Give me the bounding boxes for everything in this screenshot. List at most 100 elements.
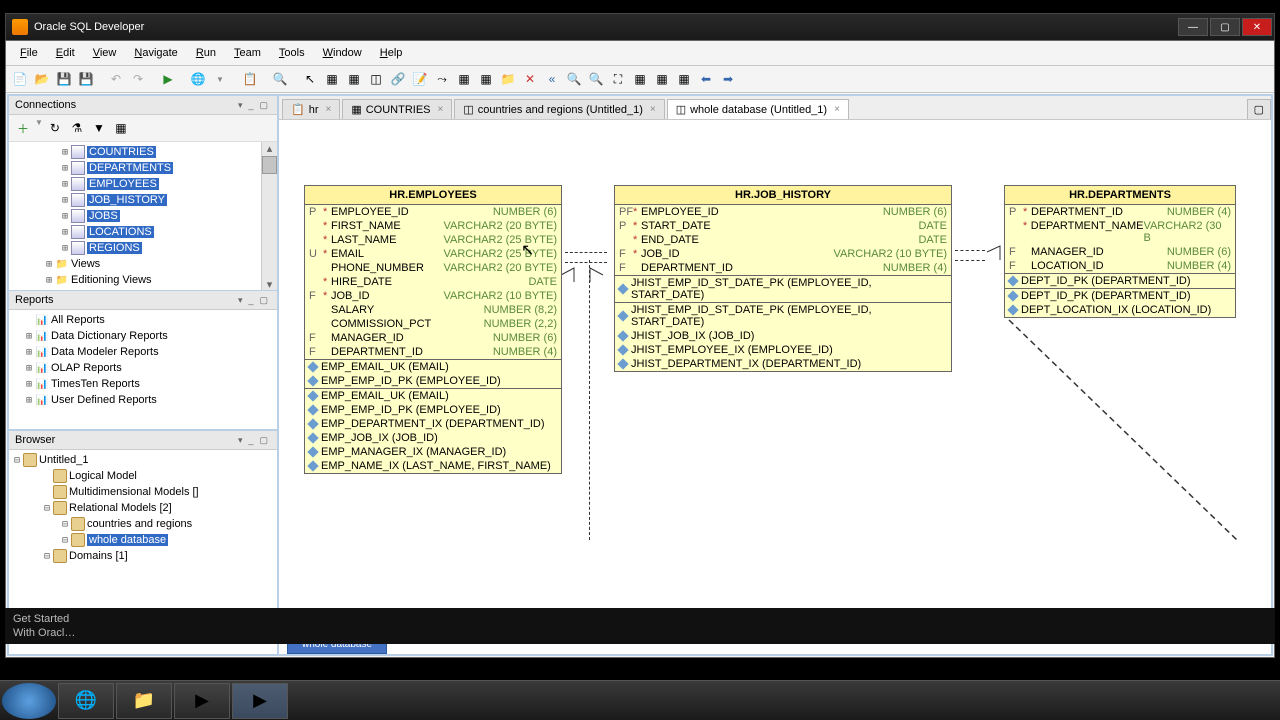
tree-table-locations[interactable]: ⊞LOCATIONS: [9, 224, 261, 240]
er-index[interactable]: EMP_EMAIL_UK (EMAIL): [305, 389, 561, 403]
taskbar-sqldeveloper[interactable]: ▶: [232, 683, 288, 719]
tree-table-countries[interactable]: ⊞COUNTRIES: [9, 144, 261, 160]
save-icon[interactable]: 💾: [54, 69, 74, 89]
er-column[interactable]: P*EMPLOYEE_IDNUMBER (6): [305, 205, 561, 219]
er-column[interactable]: *LAST_NAMEVARCHAR2 (25 BYTE): [305, 233, 561, 247]
report-timesten-reports[interactable]: ⊞📊TimesTen Reports: [9, 376, 277, 392]
rewind-icon[interactable]: «: [542, 69, 562, 89]
er-constraint[interactable]: EMP_EMP_ID_PK (EMPLOYEE_ID): [305, 374, 561, 388]
close-button[interactable]: ✕: [1242, 18, 1272, 36]
layout-icon[interactable]: ▦: [630, 69, 650, 89]
er-constraint[interactable]: JHIST_EMP_ID_ST_DATE_PK (EMPLOYEE_ID, ST…: [615, 276, 951, 302]
er-column[interactable]: FDEPARTMENT_IDNUMBER (4): [305, 345, 561, 359]
taskbar[interactable]: 🌐 📁 ▶ ▶: [0, 680, 1280, 720]
close-tab-icon[interactable]: ×: [435, 104, 444, 115]
er-index[interactable]: JHIST_DEPARTMENT_IX (DEPARTMENT_ID): [615, 357, 951, 371]
browser-whole-database[interactable]: ⊟whole database: [9, 532, 277, 548]
tree-editioning-views[interactable]: ⊞📁Editioning Views: [9, 272, 261, 288]
zoom-out-icon[interactable]: 🔍: [586, 69, 606, 89]
tab-countries-and-regions-untitled_1-[interactable]: ◫countries and regions (Untitled_1)×: [454, 99, 664, 119]
menu-tools[interactable]: Tools: [271, 43, 313, 63]
er-column[interactable]: COMMISSION_PCTNUMBER (2,2): [305, 317, 561, 331]
panel-menu-icon[interactable]: ▾: [235, 435, 246, 446]
taskbar-chrome[interactable]: 🌐: [58, 683, 114, 719]
tree-table-jobs[interactable]: ⊞JOBS: [9, 208, 261, 224]
er-index[interactable]: EMP_JOB_IX (JOB_ID): [305, 431, 561, 445]
browser-multidimensional-models-[interactable]: Multidimensional Models []: [9, 484, 277, 500]
er-constraint[interactable]: EMP_EMAIL_UK (EMAIL): [305, 360, 561, 374]
tree-table-job_history[interactable]: ⊞JOB_HISTORY: [9, 192, 261, 208]
restore-panel-icon[interactable]: ▢: [256, 435, 271, 446]
note-icon[interactable]: 📝: [410, 69, 430, 89]
maximize-editor-icon[interactable]: ▢: [1247, 99, 1271, 119]
filter-icon[interactable]: ⚗: [67, 118, 87, 138]
tab-hr[interactable]: 📋hr×: [282, 99, 340, 119]
tree-views[interactable]: ⊞📁Views: [9, 256, 261, 272]
arrow-icon[interactable]: ⤳: [432, 69, 452, 89]
menu-help[interactable]: Help: [372, 43, 411, 63]
menu-edit[interactable]: Edit: [48, 43, 83, 63]
ddl-icon[interactable]: ▦: [652, 69, 672, 89]
domain-icon[interactable]: ▦: [476, 69, 496, 89]
nav-icon[interactable]: 🌐: [188, 69, 208, 89]
browser-relational-models-2-[interactable]: ⊟Relational Models [2]: [9, 500, 277, 516]
er-column[interactable]: FMANAGER_IDNUMBER (6): [305, 331, 561, 345]
delete-icon[interactable]: ✕: [520, 69, 540, 89]
er-column[interactable]: PF*EMPLOYEE_IDNUMBER (6): [615, 205, 951, 219]
back-icon[interactable]: ⬅: [696, 69, 716, 89]
er-index[interactable]: EMP_DEPARTMENT_IX (DEPARTMENT_ID): [305, 417, 561, 431]
er-column[interactable]: P*DEPARTMENT_IDNUMBER (4): [1005, 205, 1235, 219]
report-icon[interactable]: ▦: [674, 69, 694, 89]
er-index[interactable]: EMP_NAME_IX (LAST_NAME, FIRST_NAME): [305, 459, 561, 473]
er-index[interactable]: DEPT_LOCATION_IX (LOCATION_ID): [1005, 303, 1235, 317]
menu-window[interactable]: Window: [315, 43, 370, 63]
er-index[interactable]: JHIST_EMP_ID_ST_DATE_PK (EMPLOYEE_ID, ST…: [615, 303, 951, 329]
report-all-reports[interactable]: 📊All Reports: [9, 312, 277, 328]
tree-table-regions[interactable]: ⊞REGIONS: [9, 240, 261, 256]
subview-icon[interactable]: ▦: [454, 69, 474, 89]
close-tab-icon[interactable]: ×: [831, 104, 840, 115]
er-column[interactable]: PHONE_NUMBERVARCHAR2 (20 BYTE): [305, 261, 561, 275]
tree-table-departments[interactable]: ⊞DEPARTMENTS: [9, 160, 261, 176]
er-index[interactable]: EMP_MANAGER_IX (MANAGER_ID): [305, 445, 561, 459]
restore-panel-icon[interactable]: ▢: [256, 100, 271, 111]
menu-run[interactable]: Run: [188, 43, 224, 63]
open-icon[interactable]: 📂: [32, 69, 52, 89]
taskbar-explorer[interactable]: 📁: [116, 683, 172, 719]
view-icon[interactable]: ▦: [344, 69, 364, 89]
minimize-panel-icon[interactable]: _: [245, 435, 256, 445]
redo-icon[interactable]: ↷: [128, 69, 148, 89]
taskbar-media[interactable]: ▶: [174, 683, 230, 719]
browser-countries-and-regions[interactable]: ⊟countries and regions: [9, 516, 277, 532]
zoom-in-icon[interactable]: 🔍: [564, 69, 584, 89]
split-icon[interactable]: ◫: [366, 69, 386, 89]
report-user-defined-reports[interactable]: ⊞📊User Defined Reports: [9, 392, 277, 408]
restore-panel-icon[interactable]: ▢: [256, 295, 271, 306]
report-data-dictionary-reports[interactable]: ⊞📊Data Dictionary Reports: [9, 328, 277, 344]
panel-menu-icon[interactable]: ▾: [235, 100, 246, 111]
minimize-panel-icon[interactable]: _: [245, 100, 256, 110]
refresh-icon[interactable]: ↻: [45, 118, 65, 138]
er-column[interactable]: FLOCATION_IDNUMBER (4): [1005, 259, 1235, 273]
close-tab-icon[interactable]: ×: [647, 104, 656, 115]
er-index[interactable]: JHIST_JOB_IX (JOB_ID): [615, 329, 951, 343]
maximize-button[interactable]: ▢: [1210, 18, 1240, 36]
er-constraint[interactable]: DEPT_ID_PK (DEPARTMENT_ID): [1005, 274, 1235, 288]
tree-table-employees[interactable]: ⊞EMPLOYEES: [9, 176, 261, 192]
minimize-button[interactable]: —: [1178, 18, 1208, 36]
browser-domains-1-[interactable]: ⊟Domains [1]: [9, 548, 277, 564]
close-tab-icon[interactable]: ×: [322, 104, 331, 115]
chevron-down-icon[interactable]: ▼: [210, 69, 230, 89]
er-column[interactable]: F*JOB_IDVARCHAR2 (10 BYTE): [305, 289, 561, 303]
browser-logical-model[interactable]: Logical Model: [9, 468, 277, 484]
er-index[interactable]: EMP_EMP_ID_PK (EMPLOYEE_ID): [305, 403, 561, 417]
er-column[interactable]: FDEPARTMENT_IDNUMBER (4): [615, 261, 951, 275]
diagram-canvas[interactable]: HR.EMPLOYEESP*EMPLOYEE_IDNUMBER (6)*FIRS…: [279, 120, 1271, 654]
er-column[interactable]: P*START_DATEDATE: [615, 219, 951, 233]
er-column[interactable]: SALARYNUMBER (8,2): [305, 303, 561, 317]
er-column[interactable]: *FIRST_NAMEVARCHAR2 (20 BYTE): [305, 219, 561, 233]
menu-navigate[interactable]: Navigate: [126, 43, 185, 63]
er-column[interactable]: *DEPARTMENT_NAMEVARCHAR2 (30 B: [1005, 219, 1235, 245]
menu-view[interactable]: View: [85, 43, 125, 63]
er-index[interactable]: DEPT_ID_PK (DEPARTMENT_ID): [1005, 289, 1235, 303]
